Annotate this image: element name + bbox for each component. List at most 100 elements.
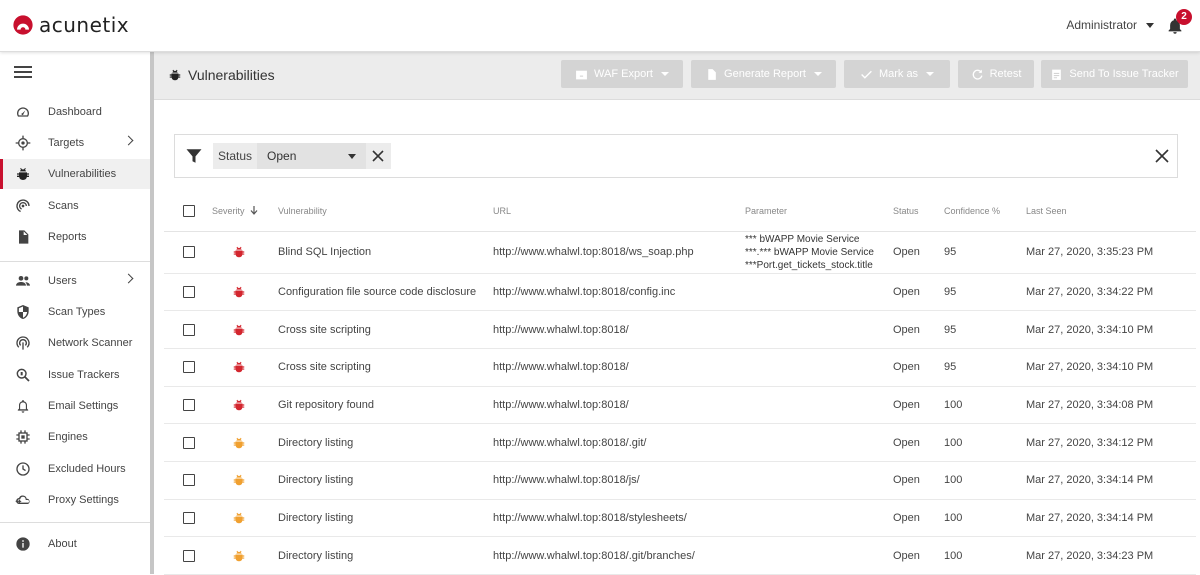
severity-medium-icon — [233, 550, 245, 561]
table-row[interactable]: Git repository found http://www.whalwl.to… — [164, 386, 1196, 425]
row-checkbox[interactable] — [183, 323, 195, 336]
sidebar-item-scan-types[interactable]: Scan Types — [0, 297, 150, 327]
row-checkbox[interactable] — [183, 549, 195, 562]
chevron-right-icon — [123, 273, 134, 284]
table-row[interactable]: Directory listing http://www.whalwl.top:8… — [164, 423, 1196, 462]
vulnerability-parameter — [745, 499, 893, 538]
column-header-last-seen[interactable]: Last Seen — [1026, 191, 1196, 232]
vulnerability-name[interactable]: Directory listing — [278, 499, 493, 538]
close-icon — [372, 150, 384, 162]
vulnerability-last-seen: Mar 27, 2020, 3:34:14 PM — [1026, 461, 1196, 500]
sidebar-divider — [0, 261, 150, 262]
vulnerability-confidence: 95 — [944, 231, 1026, 274]
table-row[interactable]: Blind SQL Injection http://www.whalwl.top… — [164, 231, 1196, 274]
vulnerability-last-seen: Mar 27, 2020, 3:34:14 PM — [1026, 499, 1196, 538]
issue-tracker-icon — [14, 366, 32, 384]
vulnerability-name[interactable]: Git repository found — [278, 386, 493, 425]
row-select-cell — [164, 461, 212, 500]
vulnerability-status: Open — [893, 423, 944, 462]
table-row[interactable]: Directory listing http://www.whalwl.top:8… — [164, 499, 1196, 538]
filter-icon[interactable] — [185, 147, 203, 165]
sidebar-item-users[interactable]: Users — [0, 266, 150, 296]
sidebar-item-email-settings[interactable]: Email Settings — [0, 391, 150, 421]
sidebar-item-proxy-settings[interactable]: Proxy Settings — [0, 485, 150, 515]
sort-down-icon — [250, 205, 257, 215]
vulnerability-name[interactable]: Blind SQL Injection — [278, 231, 493, 274]
vulnerability-last-seen: Mar 27, 2020, 3:35:23 PM — [1026, 231, 1196, 274]
vulnerability-name[interactable]: Directory listing — [278, 461, 493, 500]
waf-export-label: WAF Export — [594, 68, 653, 80]
vulnerability-status: Open — [893, 348, 944, 387]
table-row[interactable]: Directory listing http://www.whalwl.top:8… — [164, 536, 1196, 575]
column-header-severity[interactable]: Severity — [212, 191, 278, 232]
vulnerability-parameter — [745, 348, 893, 387]
sidebar-item-about[interactable]: About — [0, 529, 150, 559]
column-header-parameter[interactable]: Parameter — [745, 191, 893, 232]
sidebar-item-label: Targets — [48, 137, 85, 149]
row-checkbox[interactable] — [183, 398, 195, 411]
severity-cell — [212, 461, 278, 500]
row-checkbox[interactable] — [183, 285, 195, 298]
vulnerability-name[interactable]: Cross site scripting — [278, 310, 493, 349]
retest-button[interactable]: Retest — [958, 60, 1034, 88]
report-icon — [708, 68, 716, 80]
vulnerability-last-seen: Mar 27, 2020, 3:34:08 PM — [1026, 386, 1196, 425]
table-row[interactable]: Cross site scripting http://www.whalwl.to… — [164, 348, 1196, 387]
row-select-cell — [164, 536, 212, 575]
logo[interactable]: acunetix — [12, 13, 129, 37]
row-checkbox[interactable] — [183, 512, 195, 525]
severity-cell — [212, 348, 278, 387]
user-menu[interactable]: Administrator — [1066, 18, 1154, 32]
sidebar-item-network-scanner[interactable]: Network Scanner — [0, 328, 150, 358]
vulnerability-url: http://www.whalwl.top:8018/ws_soap.php — [493, 231, 745, 274]
report-icon — [14, 228, 32, 246]
sidebar-scrollbar[interactable] — [150, 52, 154, 574]
remove-filter-button[interactable] — [366, 143, 391, 169]
sidebar-item-engines[interactable]: Engines — [0, 422, 150, 452]
bug-icon — [169, 69, 181, 81]
column-header-url[interactable]: URL — [493, 191, 745, 232]
sidebar-item-scans[interactable]: Scans — [0, 191, 150, 221]
select-all-checkbox[interactable] — [183, 204, 195, 217]
sidebar-item-dashboard[interactable]: Dashboard — [0, 97, 150, 127]
sidebar-item-excluded-hours[interactable]: Excluded Hours — [0, 454, 150, 484]
table-row[interactable]: Cross site scripting http://www.whalwl.to… — [164, 310, 1196, 349]
vulnerability-url: http://www.whalwl.top:8018/.git/ — [493, 423, 745, 462]
page-header: Vulnerabilities WAF Export Generate Repo… — [154, 52, 1200, 100]
row-checkbox[interactable] — [183, 246, 195, 259]
clear-filters-icon[interactable] — [1155, 149, 1169, 163]
status-filter-select[interactable]: Open — [257, 143, 366, 169]
sidebar-item-reports[interactable]: Reports — [0, 222, 150, 252]
column-header-vulnerability[interactable]: Vulnerability — [278, 191, 493, 232]
vulnerability-url: http://www.whalwl.top:8018/stylesheets/ — [493, 499, 745, 538]
severity-high-icon — [233, 399, 245, 411]
sidebar-item-issue-trackers[interactable]: Issue Trackers — [0, 360, 150, 390]
row-checkbox[interactable] — [183, 474, 195, 487]
filter-bar: Status Open — [174, 134, 1178, 178]
mark-as-button[interactable]: Mark as — [844, 60, 950, 88]
row-checkbox[interactable] — [183, 361, 195, 374]
vulnerability-name[interactable]: Configuration file source code disclosur… — [278, 273, 493, 312]
retest-label: Retest — [989, 68, 1022, 80]
waf-export-button[interactable]: WAF Export — [561, 60, 683, 88]
menu-toggle-icon[interactable] — [14, 66, 32, 80]
send-to-issue-tracker-button[interactable]: Send To Issue Tracker — [1041, 60, 1188, 88]
network-icon — [14, 334, 32, 352]
column-header-confidence[interactable]: Confidence % — [944, 191, 1026, 232]
severity-cell — [212, 310, 278, 349]
vulnerability-name[interactable]: Directory listing — [278, 423, 493, 462]
dashboard-icon — [14, 103, 32, 121]
vulnerability-name[interactable]: Cross site scripting — [278, 348, 493, 387]
row-checkbox[interactable] — [183, 436, 195, 449]
table-row[interactable]: Configuration file source code disclosur… — [164, 273, 1196, 312]
sidebar-item-label: Users — [48, 275, 77, 287]
vulnerability-name[interactable]: Directory listing — [278, 536, 493, 575]
severity-cell — [212, 231, 278, 274]
sidebar-item-vulnerabilities[interactable]: Vulnerabilities — [0, 159, 150, 189]
sidebar-item-targets[interactable]: Targets — [0, 128, 150, 158]
chevron-down-icon — [347, 154, 356, 159]
chevron-down-icon — [1146, 22, 1154, 28]
table-row[interactable]: Directory listing http://www.whalwl.top:8… — [164, 461, 1196, 500]
generate-report-button[interactable]: Generate Report — [691, 60, 836, 88]
column-header-status[interactable]: Status — [893, 191, 944, 232]
